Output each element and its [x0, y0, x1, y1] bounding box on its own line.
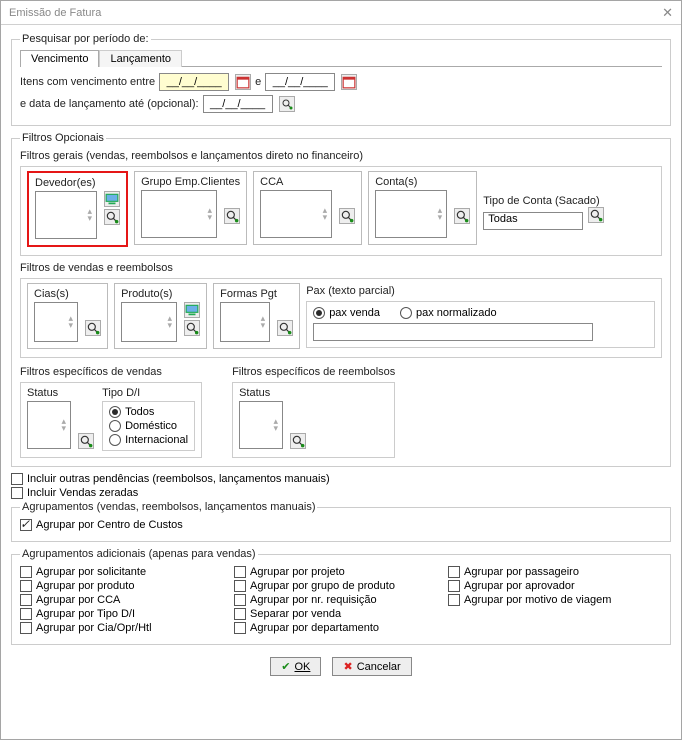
check-agrup[interactable]: Agrupar por nr. requisição	[234, 594, 448, 606]
list-devedores[interactable]: ▴▾	[35, 191, 97, 239]
search-icon[interactable]	[104, 209, 120, 225]
optional-filters-group: Filtros Opcionais Filtros gerais (vendas…	[11, 132, 671, 467]
list-cias[interactable]: ▴▾	[34, 302, 78, 342]
close-icon[interactable]: ✕	[662, 5, 673, 21]
agrup-add-group: Agrupamentos adicionais (apenas para ven…	[11, 548, 671, 645]
search-icon[interactable]	[454, 208, 470, 224]
close-icon: ✖	[343, 660, 352, 673]
list-produtos[interactable]: ▴▾	[121, 302, 177, 342]
radio-todos[interactable]: Todos	[109, 406, 188, 418]
check-agrup[interactable]: Agrupar por motivo de viagem	[448, 594, 662, 606]
radio-domestico[interactable]: Doméstico	[109, 420, 188, 432]
esp-vendas-legend: Filtros específicos de vendas	[20, 366, 202, 378]
check-agrup[interactable]: Agrupar por departamento	[234, 622, 448, 634]
check-agrup[interactable]: Agrupar por grupo de produto	[234, 580, 448, 592]
panel-cca: CCA ▴▾	[253, 171, 362, 245]
search-icon[interactable]	[85, 320, 101, 336]
tab-vencimento[interactable]: Vencimento	[20, 50, 99, 67]
check-agrup[interactable]: Agrupar por passageiro	[448, 566, 662, 578]
check-agrup[interactable]: Agrupar por CCA	[20, 594, 234, 606]
panel-grupo: Grupo Emp.Clientes ▴▾	[134, 171, 247, 245]
label-pax: Pax (texto parcial)	[306, 285, 655, 297]
label-tipoconta: Tipo de Conta (Sacado)	[483, 195, 599, 207]
computer-icon[interactable]	[184, 302, 200, 318]
search-icon[interactable]	[224, 208, 240, 224]
search-icon[interactable]	[588, 207, 604, 223]
radio-pax-venda[interactable]: pax venda	[313, 307, 380, 319]
calendar-icon[interactable]	[235, 74, 251, 90]
check-agrup[interactable]: Separar por venda	[234, 608, 448, 620]
check-agrup[interactable]: Agrupar por projeto	[234, 566, 448, 578]
select-tipoconta[interactable]: Todas	[483, 212, 583, 230]
check-agrup[interactable]: Agrupar por solicitante	[20, 566, 234, 578]
check-icon: ✔	[281, 660, 290, 673]
cancel-button[interactable]: ✖Cancelar	[332, 657, 411, 676]
computer-icon[interactable]	[104, 191, 120, 207]
date-to[interactable]: __/__/____	[265, 73, 335, 91]
panel-status-vendas: Status ▴▾	[27, 387, 94, 449]
agrup-col-1: Agrupar por solicitante Agrupar por prod…	[20, 564, 234, 636]
panel-contas: Conta(s) ▴▾	[368, 171, 477, 245]
check-agrup[interactable]: Agrupar por Tipo D/I	[20, 608, 234, 620]
list-contas[interactable]: ▴▾	[375, 190, 447, 238]
search-icon[interactable]	[290, 433, 306, 449]
agrup-col-2: Agrupar por projeto Agrupar por grupo de…	[234, 564, 448, 636]
check-outras-pendencias[interactable]: Incluir outras pendências (reembolsos, l…	[11, 473, 671, 485]
agrup-add-legend: Agrupamentos adicionais (apenas para ven…	[20, 548, 258, 560]
panel-cias: Cias(s) ▴▾	[27, 283, 108, 349]
list-status-r[interactable]: ▴▾	[239, 401, 283, 449]
input-pax[interactable]	[313, 323, 593, 341]
list-status-v[interactable]: ▴▾	[27, 401, 71, 449]
calendar-icon[interactable]	[341, 74, 357, 90]
period-group: Pesquisar por período de: Vencimento Lan…	[11, 33, 671, 126]
label-itens-vencimento: Itens com vencimento entre	[20, 76, 155, 88]
search-icon[interactable]	[339, 208, 355, 224]
check-agrup[interactable]: Agrupar por produto	[20, 580, 234, 592]
label-e: e	[255, 76, 261, 88]
tab-lancamento[interactable]: Lançamento	[99, 50, 182, 67]
search-icon[interactable]	[184, 320, 200, 336]
titlebar: Emissão de Fatura ✕	[1, 1, 681, 25]
agrup-col-3: Agrupar por passageiro Agrupar por aprov…	[448, 564, 662, 636]
list-formas[interactable]: ▴▾	[220, 302, 270, 342]
agrup-legend: Agrupamentos (vendas, reembolsos, lançam…	[20, 501, 317, 513]
vendas-reemb-legend: Filtros de vendas e reembolsos	[20, 262, 662, 274]
period-legend: Pesquisar por período de:	[20, 33, 151, 45]
esp-reemb-legend: Filtros específicos de reembolsos	[232, 366, 395, 378]
optional-legend: Filtros Opcionais	[20, 132, 106, 144]
label-data-lancamento: e data de lançamento até (opcional):	[20, 98, 199, 110]
check-agrup[interactable]: Agrupar por aprovador	[448, 580, 662, 592]
panel-status-reemb: Status ▴▾	[239, 387, 306, 449]
window-title: Emissão de Fatura	[9, 7, 662, 19]
ok-button[interactable]: ✔OK	[270, 657, 321, 676]
search-icon[interactable]	[279, 96, 295, 112]
search-icon[interactable]	[78, 433, 94, 449]
panel-devedores: Devedor(es) ▴▾	[27, 171, 128, 247]
panel-produtos: Produto(s) ▴▾	[114, 283, 207, 349]
date-lanc[interactable]: __/__/____	[203, 95, 273, 113]
check-vendas-zeradas[interactable]: Incluir Vendas zeradas	[11, 487, 671, 499]
radio-internacional[interactable]: Internacional	[109, 434, 188, 446]
list-grupo[interactable]: ▴▾	[141, 190, 217, 238]
check-agrup-centro[interactable]: Agrupar por Centro de Custos	[20, 519, 662, 531]
check-agrup[interactable]: Agrupar por Cia/Opr/Htl	[20, 622, 234, 634]
agrup-group: Agrupamentos (vendas, reembolsos, lançam…	[11, 501, 671, 542]
date-from[interactable]: __/__/____	[159, 73, 229, 91]
list-cca[interactable]: ▴▾	[260, 190, 332, 238]
panel-formas: Formas Pgt ▴▾	[213, 283, 300, 349]
search-icon[interactable]	[277, 320, 293, 336]
radio-pax-norm[interactable]: pax normalizado	[400, 307, 497, 319]
gerais-legend: Filtros gerais (vendas, reembolsos e lan…	[20, 150, 662, 162]
